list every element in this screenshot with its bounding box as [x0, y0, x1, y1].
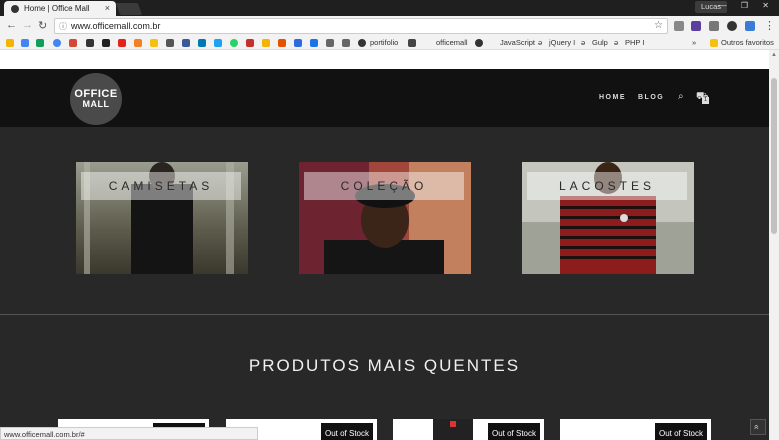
- bookmark-icon[interactable]: [310, 39, 318, 47]
- extension-icon[interactable]: [674, 21, 684, 31]
- address-bar[interactable]: ⓘ www.officemall.com.br ☆: [54, 18, 668, 34]
- bookmark-icon[interactable]: [53, 39, 61, 47]
- bookmark-icon[interactable]: [278, 39, 286, 47]
- bookmark-link-icon: ə: [538, 38, 543, 47]
- out-of-stock-badge: Out of Stock: [487, 423, 540, 440]
- category-label: COLEÇÃO: [304, 172, 464, 200]
- bookmark-link[interactable]: jQuery I: [549, 38, 575, 47]
- bookmark-icon[interactable]: [6, 39, 14, 47]
- bookmark-icon[interactable]: [134, 39, 142, 47]
- bookmark-link-icon: ə: [581, 38, 586, 47]
- other-bookmarks[interactable]: Outros favoritos: [721, 38, 774, 47]
- out-of-stock-badge: Out of Stock: [654, 423, 707, 440]
- product-image: [433, 419, 473, 440]
- product-card[interactable]: Out of Stock: [560, 419, 711, 440]
- category-card-colecao[interactable]: COLEÇÃO: [299, 162, 471, 274]
- bookmark-icon[interactable]: [294, 39, 302, 47]
- extension-icon[interactable]: [727, 21, 737, 31]
- bookmark-icon[interactable]: [118, 39, 126, 47]
- section-title: PRODUTOS MAIS QUENTES: [248, 356, 521, 375]
- scrollbar-thumb[interactable]: [771, 78, 777, 234]
- bookmark-icon[interactable]: [150, 39, 158, 47]
- extension-icon[interactable]: [745, 21, 755, 31]
- category-label: CAMISETAS: [81, 172, 241, 200]
- tab-title: Home | Office Mall: [24, 4, 90, 13]
- bookmark-icon[interactable]: [246, 39, 254, 47]
- bookmarks-bar: portifolio officemall JavaScript ə jQuer…: [0, 36, 779, 50]
- tab-favicon-icon: [11, 5, 19, 13]
- window-controls[interactable]: — ❐ ✕: [719, 1, 775, 10]
- bookmark-icon[interactable]: [326, 39, 334, 47]
- bookmark-icon[interactable]: [214, 39, 222, 47]
- category-label: LACOSTES: [527, 172, 687, 200]
- bookmark-icon[interactable]: [358, 39, 366, 47]
- browser-tab[interactable]: Home | Office Mall ×: [4, 1, 116, 16]
- bookmark-icon[interactable]: [408, 39, 416, 47]
- forward-arrow-icon[interactable]: →: [22, 19, 33, 31]
- extension-icon[interactable]: [709, 21, 719, 31]
- bookmark-link[interactable]: portifolio: [370, 38, 398, 47]
- category-card-camisetas[interactable]: CAMISETAS: [76, 162, 248, 274]
- page-info-icon[interactable]: ⓘ: [59, 21, 67, 32]
- chevron-up-icon[interactable]: «: [750, 419, 766, 435]
- site-logo[interactable]: OFFICE MALL: [70, 73, 122, 125]
- back-arrow-icon[interactable]: ←: [6, 19, 17, 31]
- bookmark-icon[interactable]: [86, 39, 94, 47]
- logo-line2: MALL: [82, 99, 110, 109]
- bookmark-icon[interactable]: [69, 39, 77, 47]
- status-bar: www.officemall.com.br/#: [0, 427, 258, 440]
- bookmark-icon[interactable]: [198, 39, 206, 47]
- page-viewport: OFFICE MALL HOME BLOG ⌕ ⛟ 1 CAMISETAS: [0, 50, 769, 440]
- product-card[interactable]: Out of Stock: [393, 419, 544, 440]
- browser-titlebar: Home | Office Mall × Lucas — ❐ ✕: [0, 0, 779, 16]
- bookmarks-overflow[interactable]: »: [692, 38, 696, 47]
- category-card-lacostes[interactable]: LACOSTES: [522, 162, 694, 274]
- out-of-stock-badge: Out of Stock: [320, 423, 373, 440]
- bookmark-icon[interactable]: [475, 39, 483, 47]
- cart-count-badge: 1: [702, 97, 709, 104]
- section-divider: [0, 314, 769, 315]
- bookmark-star-icon[interactable]: ☆: [654, 20, 663, 31]
- address-url: www.officemall.com.br: [71, 21, 161, 31]
- extension-icon[interactable]: [691, 21, 701, 31]
- bookmark-link[interactable]: officemall: [436, 38, 468, 47]
- reload-icon[interactable]: ↻: [38, 19, 47, 32]
- new-tab-button[interactable]: [115, 3, 143, 15]
- folder-icon: [710, 39, 718, 47]
- top-strip: [0, 50, 769, 69]
- bookmark-icon[interactable]: [102, 39, 110, 47]
- browser-toolbar: ← → ↻ ⓘ www.officemall.com.br ☆ ⋮: [0, 16, 779, 36]
- bookmark-icon[interactable]: [36, 39, 44, 47]
- bookmark-icon[interactable]: [166, 39, 174, 47]
- bookmark-icon[interactable]: [230, 39, 238, 47]
- site-header: OFFICE MALL HOME BLOG ⌕ ⛟ 1: [0, 69, 769, 127]
- scroll-up-icon[interactable]: ▲: [771, 52, 777, 58]
- nav-home[interactable]: HOME: [599, 94, 626, 101]
- nav-blog[interactable]: BLOG: [638, 94, 664, 101]
- bookmark-icon[interactable]: [21, 39, 29, 47]
- search-icon[interactable]: ⌕: [678, 91, 684, 102]
- browser-menu-icon[interactable]: ⋮: [764, 19, 775, 32]
- bookmark-link[interactable]: JavaScript: [500, 38, 535, 47]
- page-scrollbar[interactable]: ▲: [769, 50, 779, 440]
- bookmark-link[interactable]: Gulp: [592, 38, 608, 47]
- tab-close-icon[interactable]: ×: [105, 3, 110, 13]
- bookmark-icon[interactable]: [342, 39, 350, 47]
- bookmark-link[interactable]: PHP I: [625, 38, 644, 47]
- bookmark-link-icon: ə: [614, 38, 619, 47]
- bookmark-icon[interactable]: [182, 39, 190, 47]
- bookmark-icon[interactable]: [262, 39, 270, 47]
